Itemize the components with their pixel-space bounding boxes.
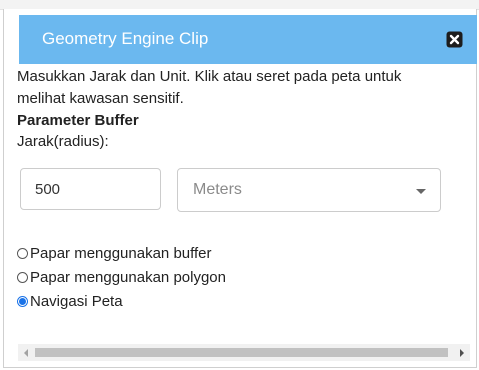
section-heading: Parameter Buffer [17, 112, 139, 129]
radio-polygon-label: Papar menggunakan polygon [30, 269, 226, 286]
radio-buffer-label: Papar menggunakan buffer [30, 245, 212, 262]
radio-navigation-label: Navigasi Peta [30, 293, 123, 310]
distance-input[interactable] [20, 168, 161, 210]
instructions-line-2: melihat kawasan sensitif. [17, 90, 184, 107]
radio-buffer[interactable]: Papar menggunakan buffer [17, 243, 212, 264]
distance-label: Jarak(radius): [17, 133, 109, 150]
page: Geometry Engine Clip Masukkan Jarak dan … [0, 0, 479, 370]
radio-checked-icon [17, 296, 28, 307]
radio-navigation[interactable]: Navigasi Peta [17, 291, 123, 312]
scroll-left-arrow-icon[interactable] [18, 344, 35, 361]
unit-select[interactable]: Meters [177, 168, 441, 212]
horizontal-scrollbar[interactable] [18, 344, 470, 361]
radio-polygon[interactable]: Papar menggunakan polygon [17, 267, 226, 288]
chevron-down-icon [416, 189, 426, 194]
radio-circle-icon [17, 272, 28, 283]
close-button[interactable] [446, 31, 463, 48]
dialog-header: Geometry Engine Clip [19, 15, 477, 64]
dialog-title: Geometry Engine Clip [42, 29, 209, 48]
radio-circle-icon [17, 248, 28, 259]
instructions-line-1: Masukkan Jarak dan Unit. Klik atau seret… [17, 68, 402, 85]
close-square-icon [446, 31, 463, 48]
scroll-right-arrow-icon[interactable] [453, 344, 470, 361]
unit-select-value: Meters [193, 181, 242, 198]
scrollbar-thumb[interactable] [35, 348, 448, 357]
